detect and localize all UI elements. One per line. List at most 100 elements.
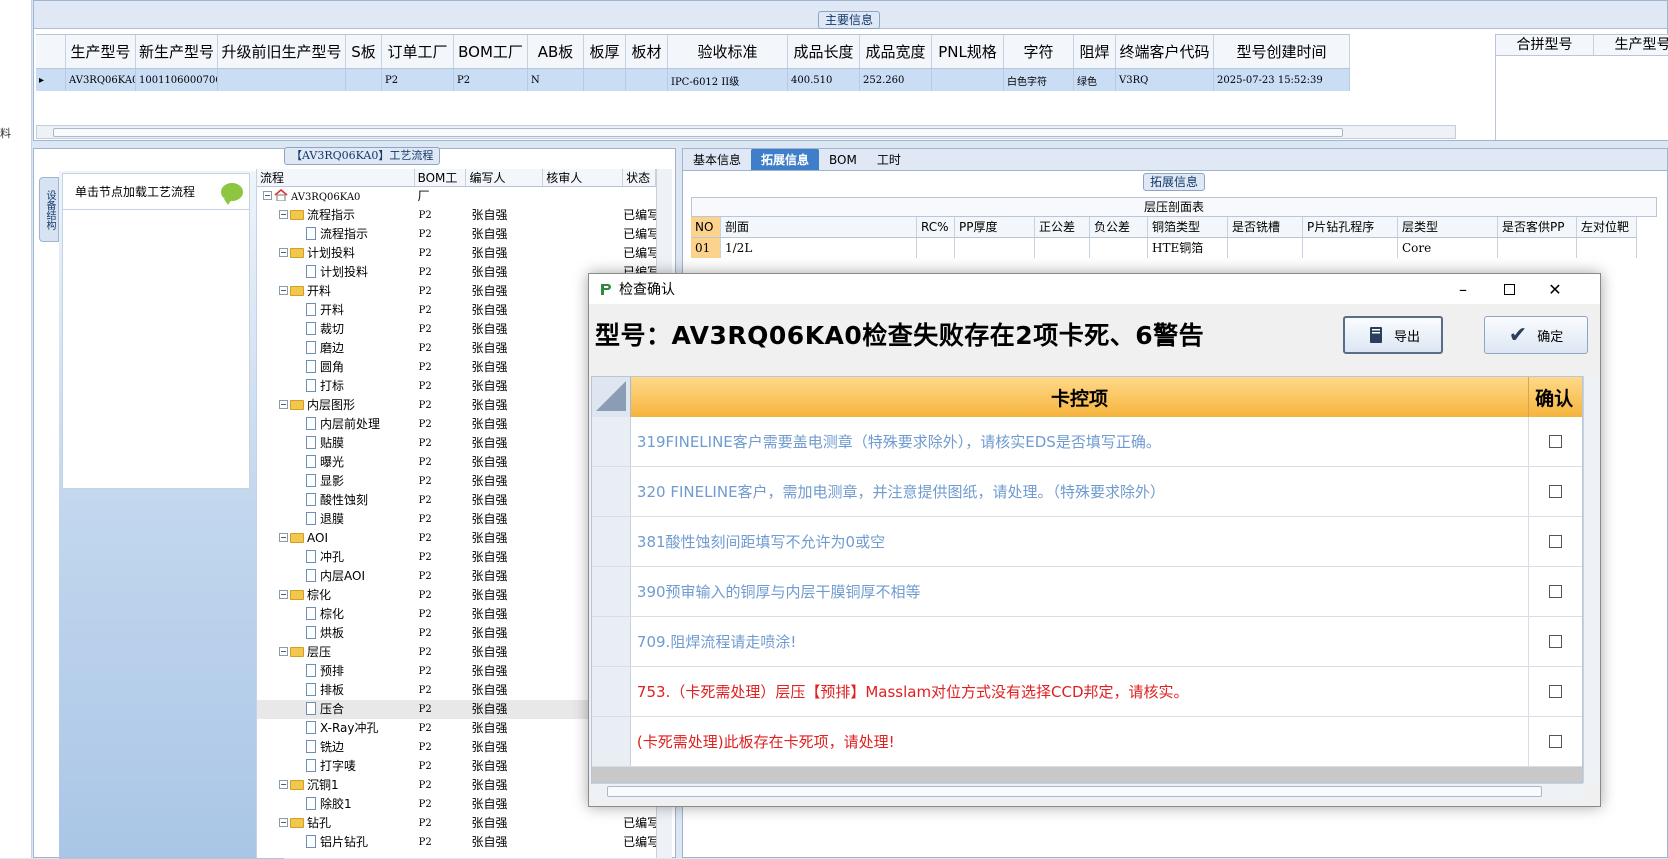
tree-node[interactable]: − 层压: [257, 643, 415, 662]
tree-node[interactable]: 除胶1: [257, 795, 415, 814]
collapse-icon[interactable]: −: [263, 191, 272, 200]
confirm-cell[interactable]: [1529, 467, 1582, 516]
confirm-cell[interactable]: [1529, 517, 1582, 566]
tree-node[interactable]: − 流程指示: [257, 206, 415, 225]
main-cell[interactable]: [346, 69, 382, 91]
row-header[interactable]: [592, 467, 631, 516]
layer-cell[interactable]: [1228, 238, 1303, 258]
tree-node[interactable]: 棕化: [257, 605, 415, 624]
row-header[interactable]: [592, 417, 631, 466]
tree-node[interactable]: − 钻孔: [257, 814, 415, 833]
tree-node[interactable]: 铣边: [257, 738, 415, 757]
tree-node[interactable]: 冲孔: [257, 548, 415, 567]
tree-node[interactable]: 打标: [257, 377, 415, 396]
tree-node[interactable]: 贴膜: [257, 434, 415, 453]
minimize-icon[interactable]: –: [1440, 274, 1486, 304]
collapse-icon[interactable]: −: [279, 780, 288, 789]
tab-item[interactable]: 基本信息: [683, 149, 751, 170]
tree-node[interactable]: 裁切: [257, 320, 415, 339]
tab-item[interactable]: 拓展信息: [751, 149, 820, 170]
tree-node[interactable]: 酸性蚀刻: [257, 491, 415, 510]
confirm-checkbox[interactable]: [1549, 535, 1563, 548]
collapse-icon[interactable]: −: [279, 533, 288, 542]
check-row[interactable]: 319FINELINE客户需要盖电测章（特殊要求除外），请核实EDS是否填写正确…: [592, 417, 1582, 467]
confirm-cell[interactable]: [1529, 567, 1582, 616]
tree-node[interactable]: − 开料: [257, 282, 415, 301]
collapse-icon[interactable]: −: [279, 286, 288, 295]
tree-node[interactable]: 曝光: [257, 453, 415, 472]
tree-node[interactable]: − 计划投料: [257, 244, 415, 263]
layer-cell[interactable]: Core: [1398, 238, 1498, 258]
dialog-hscroll-thumb[interactable]: [607, 786, 1542, 797]
confirm-cell[interactable]: [1529, 717, 1582, 766]
main-info-hscroll[interactable]: [36, 125, 1456, 139]
main-cell[interactable]: IPC-6012 II级: [668, 69, 788, 91]
maximize-icon[interactable]: [1486, 274, 1532, 304]
tree-row[interactable]: − AV3RQ06KA0: [257, 187, 656, 206]
layer-cell[interactable]: [1577, 238, 1637, 258]
tree-node[interactable]: 打字唛: [257, 757, 415, 776]
confirm-checkbox[interactable]: [1549, 685, 1563, 698]
layer-cell[interactable]: HTE铜箔: [1148, 238, 1228, 258]
main-cell[interactable]: [932, 69, 1004, 91]
tree-node[interactable]: − 棕化: [257, 586, 415, 605]
tree-node[interactable]: 压合: [257, 700, 415, 719]
collapse-icon[interactable]: −: [279, 400, 288, 409]
check-row[interactable]: 390预审输入的铜厚与内层干膜铜厚不相等: [592, 567, 1582, 617]
layer-cell[interactable]: [1498, 238, 1577, 258]
main-cell[interactable]: [626, 69, 668, 91]
tree-node[interactable]: 开料: [257, 301, 415, 320]
collapse-icon[interactable]: −: [279, 210, 288, 219]
confirm-checkbox[interactable]: [1549, 735, 1563, 748]
main-cell[interactable]: AV3RQ06KA0: [66, 69, 136, 91]
tree-node[interactable]: 内层前处理: [257, 415, 415, 434]
main-cell[interactable]: [584, 69, 626, 91]
row-header[interactable]: [592, 667, 631, 716]
confirm-cell[interactable]: [1529, 417, 1582, 466]
main-cell[interactable]: V3RQ: [1116, 69, 1214, 91]
confirm-cell[interactable]: [1529, 667, 1582, 716]
row-header[interactable]: [592, 717, 631, 766]
confirm-checkbox[interactable]: [1549, 435, 1563, 448]
tree-node[interactable]: 磨边: [257, 339, 415, 358]
confirm-checkbox[interactable]: [1549, 635, 1563, 648]
tree-node[interactable]: − 沉铜1: [257, 776, 415, 795]
confirm-checkbox[interactable]: [1549, 485, 1563, 498]
tree-node[interactable]: − AV3RQ06KA0: [257, 187, 415, 206]
layer-cell[interactable]: [1303, 238, 1398, 258]
tree-node[interactable]: 内层AOI: [257, 567, 415, 586]
layer-cell[interactable]: [955, 238, 1035, 258]
ok-button[interactable]: ✔ 确定: [1484, 316, 1588, 354]
tree-node[interactable]: 显影: [257, 472, 415, 491]
layer-cell[interactable]: [1035, 238, 1090, 258]
check-row[interactable]: 753.（卡死需处理）层压【预排】Masslam对位方式没有选择CCD邦定，请核…: [592, 667, 1582, 717]
tree-node[interactable]: 铝片钻孔: [257, 833, 415, 852]
confirm-checkbox[interactable]: [1549, 585, 1563, 598]
tree-row[interactable]: − 钻孔 P2 张自强 已编写: [257, 814, 656, 833]
main-cell[interactable]: 10011060007069: [136, 69, 218, 91]
tree-row[interactable]: − 计划投料 P2 张自强 已编写: [257, 244, 656, 263]
tree-node[interactable]: 计划投料: [257, 263, 415, 282]
main-cell[interactable]: 2025-07-23 15:52:39: [1214, 69, 1350, 91]
check-row[interactable]: (卡死需处理)此板存在卡死项，请处理!: [592, 717, 1582, 767]
select-all-corner[interactable]: [592, 377, 631, 417]
collapse-icon[interactable]: −: [279, 248, 288, 257]
dialog-hscroll[interactable]: [591, 783, 1583, 799]
check-row[interactable]: 320 FINELINE客户，需加电测章，并注意提供图纸，请处理。（特殊要求除外…: [592, 467, 1582, 517]
dialog-vscroll[interactable]: [1583, 376, 1599, 783]
tab-item[interactable]: BOM: [819, 149, 867, 170]
row-header[interactable]: [592, 517, 631, 566]
close-icon[interactable]: ✕: [1532, 274, 1578, 304]
main-cell[interactable]: 绿色: [1074, 69, 1116, 91]
tree-node[interactable]: − AOI: [257, 529, 415, 548]
layer-cell[interactable]: [917, 238, 955, 258]
tree-node[interactable]: 预排: [257, 662, 415, 681]
collapse-icon[interactable]: −: [279, 590, 288, 599]
layer-cell[interactable]: [1090, 238, 1148, 258]
tree-node[interactable]: 排板: [257, 681, 415, 700]
layer-cell[interactable]: 01: [691, 238, 721, 258]
main-cell[interactable]: 400.510: [788, 69, 860, 91]
collapse-icon[interactable]: −: [279, 818, 288, 827]
main-cell[interactable]: 252.260: [860, 69, 932, 91]
main-cell[interactable]: P2: [382, 69, 454, 91]
